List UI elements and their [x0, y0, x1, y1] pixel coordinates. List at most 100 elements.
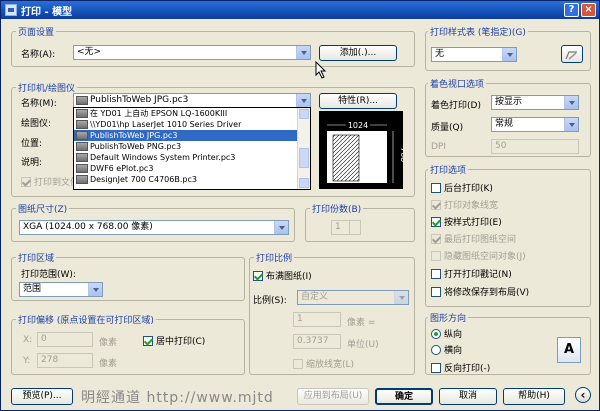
background-plot-checkbox[interactable]: 后台打印(K) — [431, 181, 493, 194]
quality-combo[interactable]: 常规 — [491, 117, 579, 132]
list-item-label: DWF6 ePlot.pc3 — [90, 164, 154, 173]
paper-size-combo[interactable]: XGA (1024.00 x 768.00 像素) — [19, 220, 289, 235]
offset-x-input[interactable]: 0 — [37, 332, 93, 347]
page-setup-name-combo[interactable]: <无> — [73, 45, 311, 60]
preview-width-label: 1024 — [348, 121, 368, 130]
scale-value: 自定义 — [301, 292, 329, 302]
list-item-selected[interactable]: PublishToWeb JPG.pc3 — [74, 130, 310, 141]
list-item-label: 在 YD01 上自动 EPSON LQ-1600KIII — [90, 109, 228, 118]
mouse-cursor-icon — [315, 61, 327, 79]
checkbox-box — [431, 216, 441, 227]
upside-down-checkbox[interactable]: 反向打印(-) — [431, 361, 490, 374]
copies-stepper[interactable]: 1 — [331, 220, 361, 235]
paper-preview: 1024 768 — [319, 111, 408, 189]
dialog-title: 打印 - 模型 — [21, 6, 73, 18]
scale-unit-1: 像素 = — [347, 318, 376, 328]
plotter-icon — [76, 142, 88, 151]
scroll-up-icon[interactable] — [299, 109, 309, 119]
plot-range-value: 范围 — [23, 284, 42, 294]
watermark-text: 明經通道 http://www.mjtd — [81, 390, 274, 406]
preview-button[interactable]: 预览(P)... — [11, 388, 73, 405]
dropdown-scrollbar[interactable] — [297, 108, 310, 189]
chevron-down-icon — [564, 118, 578, 131]
help-title-button[interactable]: ? — [564, 3, 579, 17]
portrait-label: 纵向 — [444, 330, 463, 340]
properties-button[interactable]: 特性(R)... — [319, 93, 397, 109]
list-item-label: \\YD01\hp LaserJet 1010 Series Driver — [90, 120, 242, 129]
checkbox-box — [431, 362, 441, 373]
printer-dropdown-list[interactable]: 在 YD01 上自动 EPSON LQ-1600KIII \\YD01\hp L… — [73, 107, 311, 190]
printer-name-combo[interactable]: PublishToWeb JPG.pc3 — [73, 93, 311, 108]
offset-y-label: Y: — [23, 356, 31, 366]
save-changes-to-layout-checkbox[interactable]: 将修改保存到布局(V) — [431, 285, 529, 298]
ok-button[interactable]: 确定 — [375, 388, 433, 405]
checkbox-box — [431, 286, 441, 297]
plotter-icon — [76, 131, 88, 140]
plotter-icon — [76, 164, 88, 173]
paper-preview-drawing: 1024 768 — [327, 119, 408, 183]
list-item[interactable]: 在 YD01 上自动 EPSON LQ-1600KIII — [74, 108, 310, 119]
plot-with-styles-checkbox[interactable]: 按样式打印(E) — [431, 215, 502, 228]
print-to-file-checkbox[interactable]: 打印到文件 — [21, 175, 79, 188]
list-item[interactable]: DesignJet 700 C4706B.pc3 — [74, 174, 310, 185]
offset-y-unit: 像素 — [99, 359, 118, 369]
list-item[interactable]: PublishToWeb PNG.pc3 — [74, 141, 310, 152]
apply-to-layout-button[interactable]: 应用到布局(U) — [297, 388, 369, 405]
checkbox-box — [143, 335, 153, 346]
plot-range-label: 打印范围(W): — [21, 270, 76, 280]
plot-paperspace-last-checkbox[interactable]: 最后打印图纸空间 — [431, 232, 516, 245]
shade-plot-value: 按显示 — [495, 97, 523, 107]
plot-lineweights-checkbox[interactable]: 打印对象线宽 — [431, 198, 498, 211]
add-page-setup-button[interactable]: 添加(.)... — [319, 45, 397, 61]
plot-option-label: 按样式打印(E) — [444, 218, 502, 228]
scale-value-2-input[interactable]: 0.3737 — [293, 334, 341, 349]
page-setup-title: 页面设置 — [16, 25, 57, 38]
plot-range-combo[interactable]: 范围 — [19, 282, 103, 297]
plot-style-value: 无 — [435, 49, 445, 59]
offset-y-input[interactable]: 278 — [37, 353, 93, 368]
shade-plot-combo[interactable]: 按显示 — [491, 95, 579, 110]
page-setup-name-value: <无> — [77, 47, 102, 57]
scroll-down-icon[interactable] — [299, 178, 309, 188]
dpi-input[interactable]: 50 — [491, 139, 579, 154]
chevron-down-icon — [394, 291, 408, 304]
more-options-button[interactable]: ‹ — [575, 387, 591, 403]
fit-to-paper-checkbox[interactable]: 布满图纸(I) — [253, 269, 312, 282]
hide-paperspace-objects-checkbox[interactable]: 隐藏图纸空间对象(J) — [431, 249, 526, 262]
scale-label: 比例(S): — [253, 296, 287, 306]
close-button[interactable]: × — [581, 3, 596, 17]
chevron-down-icon — [296, 46, 310, 59]
list-item[interactable]: \\YD01\hp LaserJet 1010 Series Driver — [74, 119, 310, 130]
checkbox-box — [293, 358, 303, 369]
edit-plot-style-button[interactable] — [561, 45, 583, 63]
portrait-radio[interactable]: 纵向 — [431, 327, 462, 340]
quality-value: 常规 — [495, 119, 514, 129]
landscape-radio[interactable]: 横向 — [431, 343, 462, 356]
spin-arrows-icon[interactable] — [349, 221, 360, 234]
checkbox-box — [253, 270, 263, 281]
plot-option-label: 打开打印戳记(N) — [444, 270, 512, 280]
plot-stamp-checkbox[interactable]: 打开打印戳记(N) — [431, 267, 512, 280]
plot-style-combo[interactable]: 无 — [431, 47, 517, 62]
cancel-button[interactable]: 取消 — [439, 388, 497, 405]
list-item[interactable]: DWF6 ePlot.pc3 — [74, 163, 310, 174]
scale-combo[interactable]: 自定义 — [297, 290, 409, 305]
help-button[interactable]: 帮助(H) — [503, 388, 565, 405]
plot-dialog: 打印 - 模型 ? × 页面设置 名称(A): <无> 添加(.)... 打印机… — [0, 0, 600, 411]
checkbox-box — [431, 199, 441, 210]
list-item[interactable]: Default Windows System Printer.pc3 — [74, 152, 310, 163]
orientation-title: 图形方向 — [428, 311, 469, 324]
checkbox-box — [431, 268, 441, 279]
scroll-thumb[interactable] — [299, 148, 309, 168]
list-item-label: PublishToWeb PNG.pc3 — [90, 142, 182, 151]
landscape-label: 横向 — [444, 346, 463, 356]
scale-lineweights-checkbox[interactable]: 缩放线宽(L) — [293, 357, 354, 370]
scale-lineweights-label: 缩放线宽(L) — [306, 360, 355, 370]
plot-option-label: 最后打印图纸空间 — [444, 235, 517, 245]
preview-height-label: 768 — [399, 147, 403, 162]
center-plot-checkbox[interactable]: 居中打印(C) — [143, 334, 205, 347]
list-item-label: DesignJet 700 C4706B.pc3 — [90, 175, 197, 184]
printable-area — [332, 134, 360, 182]
shade-plot-label: 着色打印(D) — [431, 101, 481, 111]
scale-value-1-input[interactable]: 1 — [293, 312, 341, 327]
